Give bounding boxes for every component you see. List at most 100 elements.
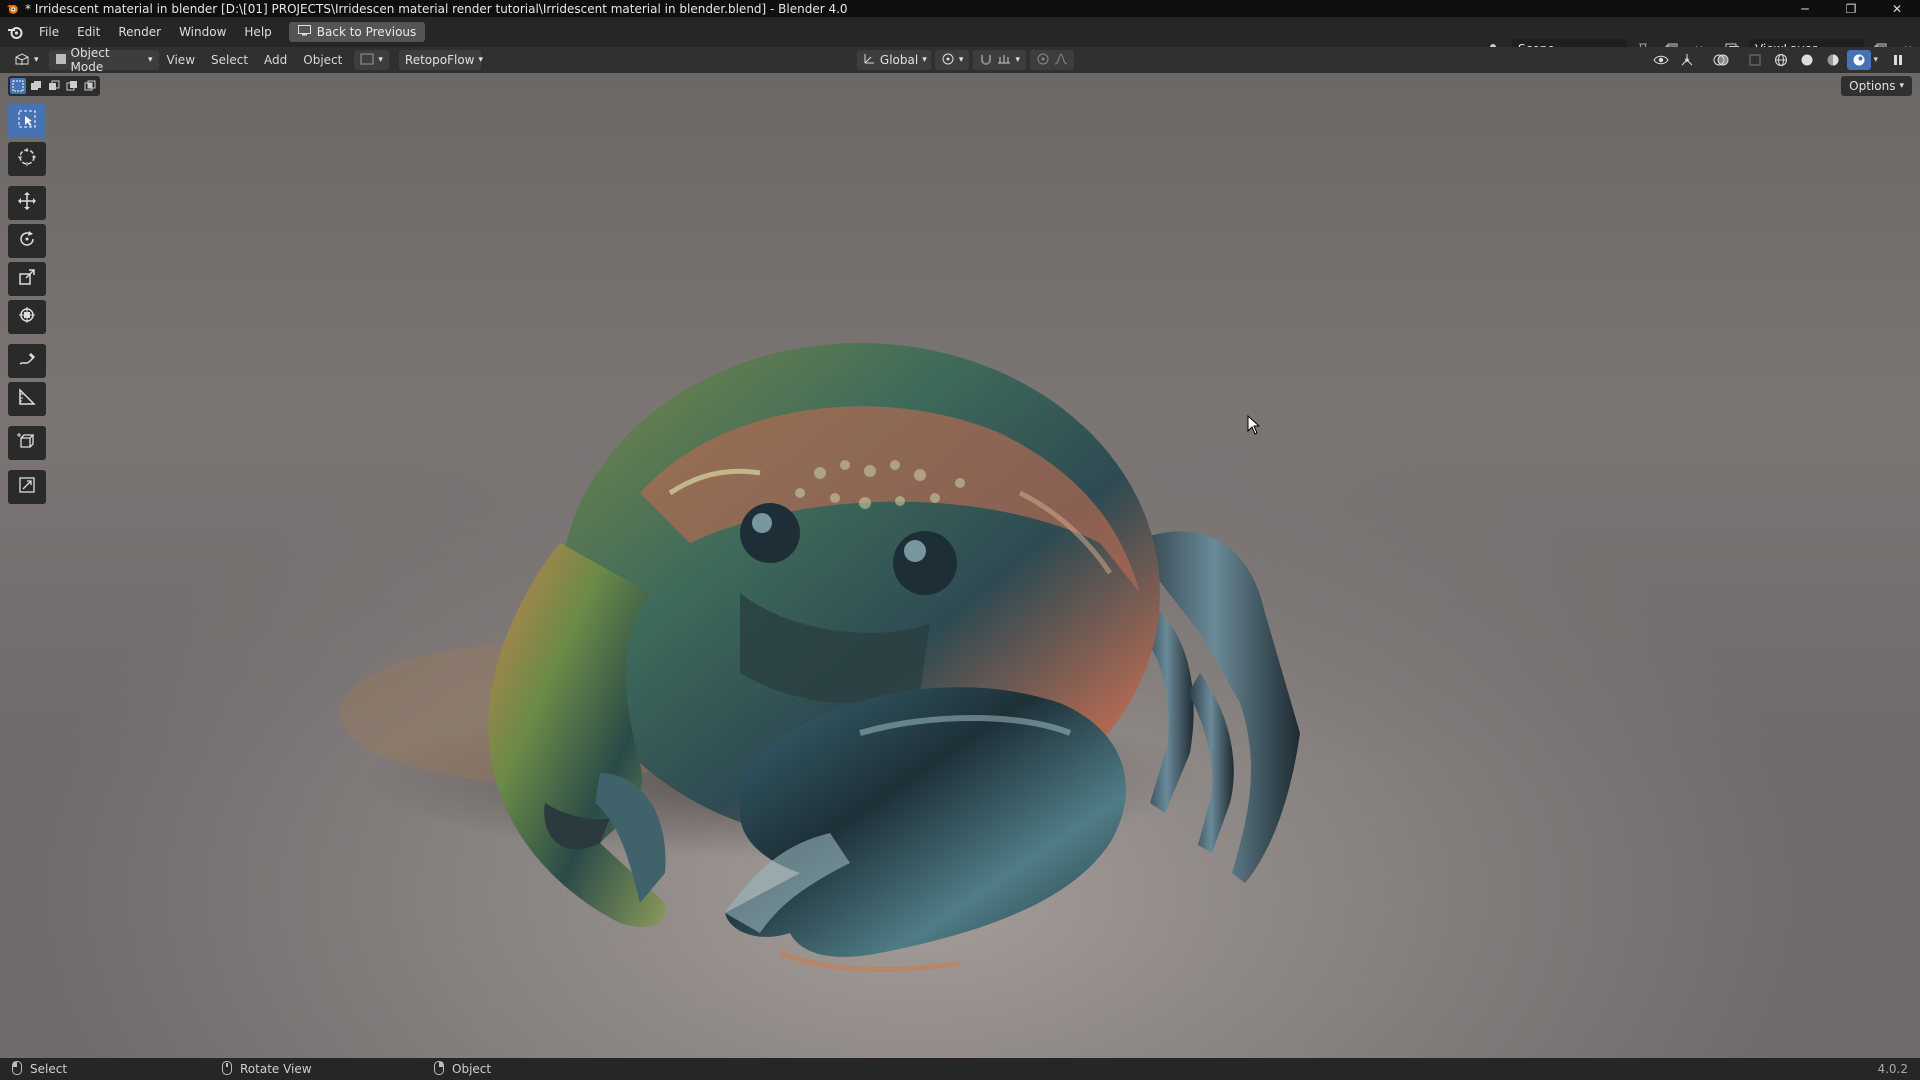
select-extend-icon[interactable] [28,78,44,94]
cursor-tool[interactable] [8,142,46,176]
minimize-button[interactable]: ─ [1782,0,1828,17]
retopoflow-label: RetopoFlow [404,53,475,67]
blender-app-icon [5,2,19,16]
chevron-down-icon: ▾ [1899,81,1904,91]
annotate-tool[interactable] [8,344,46,378]
magnet-icon [979,52,993,69]
select-new-icon[interactable] [10,78,26,94]
measure-tool[interactable] [8,382,46,416]
menu-file[interactable]: File [30,17,68,47]
rotate-icon [17,229,37,253]
select-invert-icon[interactable] [64,78,80,94]
3d-viewport-icon [14,52,30,69]
menu-select[interactable]: Select [203,47,256,73]
menu-help[interactable]: Help [235,17,280,47]
move-tool[interactable] [8,186,46,220]
rotate-tool[interactable] [8,224,46,258]
menu-render[interactable]: Render [109,17,170,47]
back-to-previous-label: Back to Previous [316,25,417,39]
options-dropdown[interactable]: Options ▾ [1841,76,1912,96]
pause-render-icon[interactable] [1886,50,1910,70]
solid-shading-icon[interactable] [1795,50,1819,70]
selection-mode-buttons [8,76,100,96]
object-mode-icon [55,53,67,68]
object-mode-label: Object Mode [70,46,110,74]
select-box-icon [17,109,37,133]
pivot-icon [941,52,955,69]
pivot-point-dropdown[interactable]: ▾ [934,50,970,70]
chevron-down-icon: ▾ [34,55,39,65]
add-cube-tool[interactable] [8,426,46,460]
window-title: * Irridescent material in blender [D:\[0… [25,1,848,16]
menu-object[interactable]: Object [295,47,350,73]
maximize-button[interactable]: ❐ [1828,0,1874,17]
select-box-tool[interactable] [8,104,46,138]
wireframe-shading-icon[interactable] [1769,50,1793,70]
chevron-down-icon: ▾ [1015,55,1020,65]
add-cube-icon [17,431,37,455]
transform-tool[interactable] [8,300,46,334]
chevron-down-icon: ▾ [958,55,964,65]
transform-icon [17,305,37,329]
editor-type-dropdown[interactable]: ▾ [8,50,45,70]
iridescent-crab-render [340,343,1300,973]
status-middle-click: Rotate View [222,1060,312,1078]
close-button[interactable]: ✕ [1874,0,1920,17]
status-rotate-view-label: Rotate View [240,1062,312,1076]
chevron-down-icon: ▾ [378,55,383,65]
window-titlebar: * Irridescent material in blender [D:\[0… [0,0,1920,17]
menu-window[interactable]: Window [170,17,235,47]
orientation-icon [863,52,876,68]
shading-options-chevron-icon[interactable]: ▾ [1873,55,1878,65]
top-menu-bar: File Edit Render Window Help Back to Pre… [0,17,1920,59]
transform-orientation-dropdown[interactable]: Global ▾ [856,50,931,70]
scale-cage-icon [17,475,37,499]
status-object-label: Object [452,1062,492,1076]
blender-logo-icon[interactable] [0,17,30,47]
mouse-middle-icon [222,1060,232,1078]
xray-toggle-icon[interactable] [1743,50,1767,70]
material-preview-icon[interactable] [1821,50,1845,70]
visibility-eye-icon[interactable] [1649,50,1673,70]
status-select-label: Select [30,1062,68,1076]
gizmo-icon [360,53,374,68]
screen-icon [297,25,311,39]
cursor-icon [17,147,37,171]
chevron-down-icon: ▾ [148,55,153,65]
status-left-click: Select [12,1060,68,1078]
snap-dropdown[interactable]: ▾ [973,50,1026,70]
scale-tool[interactable] [8,262,46,296]
mouse-left-icon [12,1060,22,1078]
object-mode-dropdown[interactable]: Object Mode ▾ [48,46,159,74]
menu-add[interactable]: Add [256,47,295,73]
annotate-icon [17,349,37,373]
select-intersect-icon[interactable] [82,78,98,94]
menu-view[interactable]: View [159,47,203,73]
scale-icon [17,267,37,291]
viewport-header: ▾ Object Mode ▾ View Select Add Object ▾… [0,46,1920,74]
move-icon [17,191,37,215]
blender-version: 4.0.2 [1877,1062,1908,1076]
menu-edit[interactable]: Edit [68,17,109,47]
falloff-curve-icon [1054,52,1068,68]
tool-shelf [8,104,46,504]
back-to-previous-button[interactable]: Back to Previous [288,22,426,42]
gizmo-dropdown[interactable]: ▾ [354,50,389,70]
proportional-editing-dropdown[interactable] [1029,50,1074,70]
overlays-icon[interactable] [1709,50,1733,70]
options-label: Options [1849,79,1896,93]
chevron-down-icon: ▾ [478,55,484,65]
mouse-pointer-icon [1247,414,1261,439]
measure-icon [17,387,37,411]
status-bar: Select Rotate View Object 4.0.2 [0,1058,1920,1080]
chevron-down-icon: ▾ [922,55,927,65]
retopoflow-dropdown[interactable]: RetopoFlow ▾ [398,50,484,70]
3d-viewport[interactable]: Options ▾ [0,73,1920,1058]
orientation-label: Global [879,53,919,67]
select-subtract-icon[interactable] [46,78,62,94]
scale-cage-tool[interactable] [8,470,46,504]
gizmo-toggle-icon[interactable] [1675,50,1699,70]
mouse-right-icon [434,1060,444,1078]
rendered-shading-icon[interactable] [1847,50,1872,70]
status-right-click: Object [434,1060,492,1078]
